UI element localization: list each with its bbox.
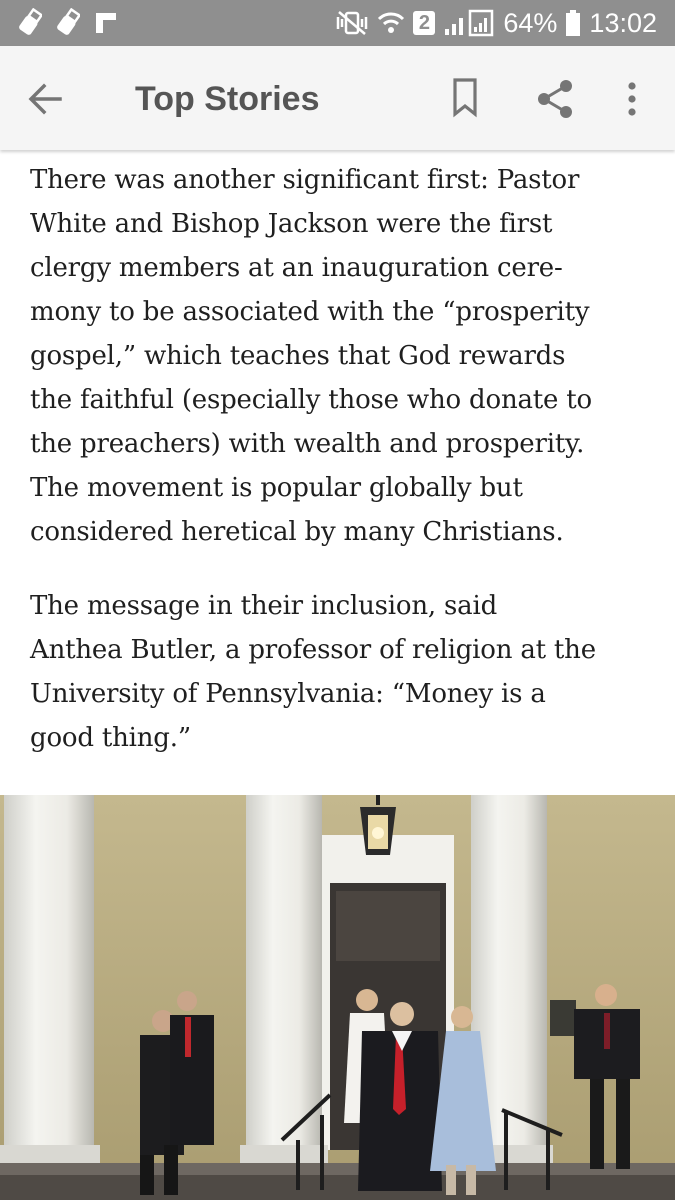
signal-icon — [443, 9, 495, 37]
flipboard-icon — [94, 11, 118, 35]
status-bar: 2 64% 13:02 — [0, 0, 675, 46]
church-entrance-illustration — [0, 795, 675, 1200]
article-paragraph: There was another significant first: Pas… — [30, 165, 592, 547]
bookmark-icon — [453, 78, 477, 118]
app-bar: Top Stories — [0, 46, 675, 150]
article-paragraph: The message in their inclusion, said Ant… — [30, 591, 596, 753]
mute-vibrate-icon — [335, 10, 369, 36]
battery-percent: 64% — [503, 7, 558, 38]
article-body: There was another significant first: Pas… — [30, 158, 655, 760]
sim-badge: 2 — [413, 11, 436, 35]
more-options-button[interactable] — [617, 76, 647, 122]
wifi-icon — [377, 10, 405, 36]
page-title: Top Stories — [135, 80, 320, 118]
bookmark-button[interactable] — [447, 74, 483, 120]
back-button[interactable] — [22, 76, 68, 122]
clock: 13:02 — [589, 7, 657, 38]
usb-icon — [18, 8, 42, 38]
back-arrow-icon — [28, 83, 62, 115]
more-vert-icon — [628, 82, 636, 116]
battery-icon — [565, 9, 581, 37]
article-photo[interactable] — [0, 795, 675, 1200]
share-button[interactable] — [532, 76, 578, 122]
usb-icon — [56, 8, 80, 38]
share-icon — [538, 80, 572, 118]
